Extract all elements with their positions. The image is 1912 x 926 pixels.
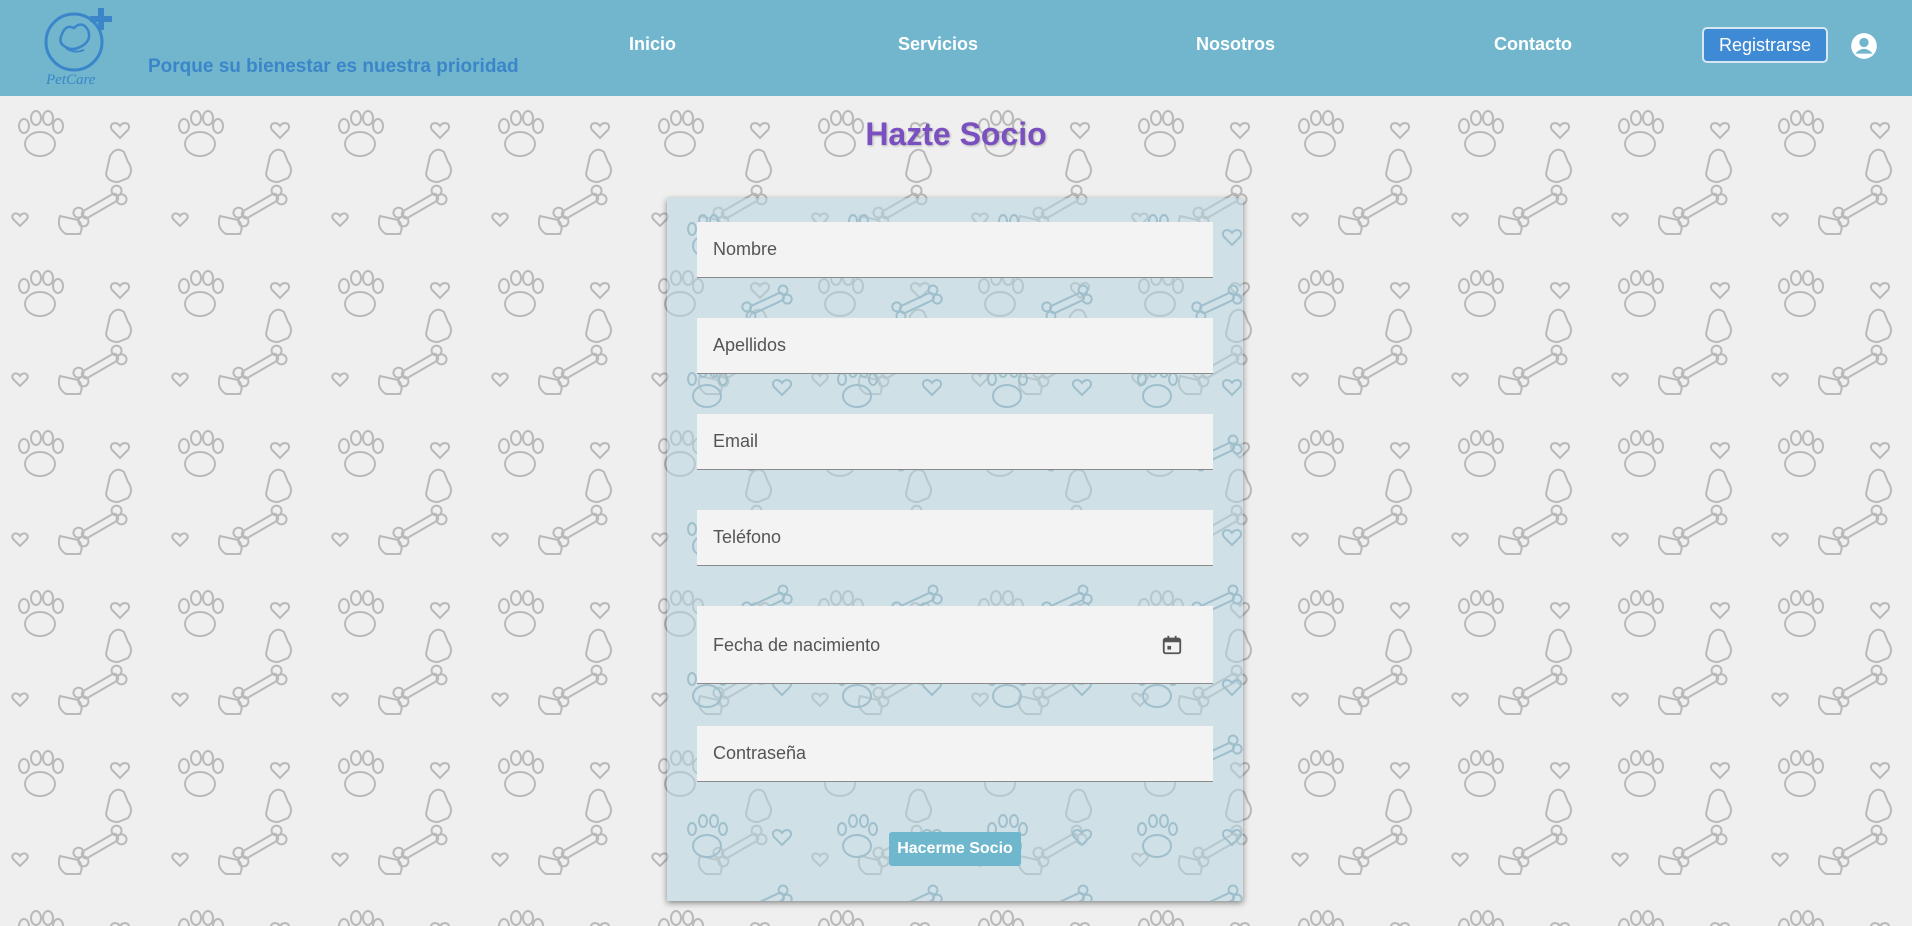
contrasena-field[interactable]: Contraseña (697, 726, 1213, 782)
tagline: Porque su bienestar es nuestra prioridad (148, 56, 519, 77)
petcare-logo[interactable]: PetCare (44, 4, 118, 88)
contrasena-label: Contraseña (713, 743, 807, 763)
nav-inicio[interactable]: Inicio (629, 34, 676, 55)
page-title: Hazte Socio (865, 116, 1047, 152)
apellidos-label: Apellidos (713, 335, 787, 355)
logo-text: PetCare (45, 72, 96, 88)
register-button[interactable]: Registrarse (1702, 27, 1828, 63)
email-field[interactable]: Email (697, 414, 1213, 470)
calendar-icon[interactable] (1161, 634, 1183, 656)
top-header: PetCare Porque su bienestar es nuestra p… (0, 0, 1912, 96)
hacerme-socio-button[interactable]: Hacerme Socio (889, 832, 1021, 866)
fecha-nacimiento-label: Fecha de nacimiento (713, 635, 881, 655)
nav-nosotros[interactable]: Nosotros (1196, 34, 1275, 55)
nombre-label: Nombre (713, 239, 778, 259)
telefono-field[interactable]: Teléfono (697, 510, 1213, 566)
nav-contacto[interactable]: Contacto (1494, 34, 1572, 55)
fecha-nacimiento-field[interactable]: Fecha de nacimiento (697, 606, 1213, 684)
apellidos-field[interactable]: Apellidos (697, 318, 1213, 374)
account-circle-icon[interactable] (1850, 32, 1878, 60)
signup-form: Nombre Apellidos Email Teléfono Fecha de… (667, 198, 1243, 901)
email-label: Email (713, 431, 759, 451)
nav-servicios[interactable]: Servicios (898, 34, 978, 55)
nombre-field[interactable]: Nombre (697, 222, 1213, 278)
telefono-label: Teléfono (713, 527, 782, 547)
